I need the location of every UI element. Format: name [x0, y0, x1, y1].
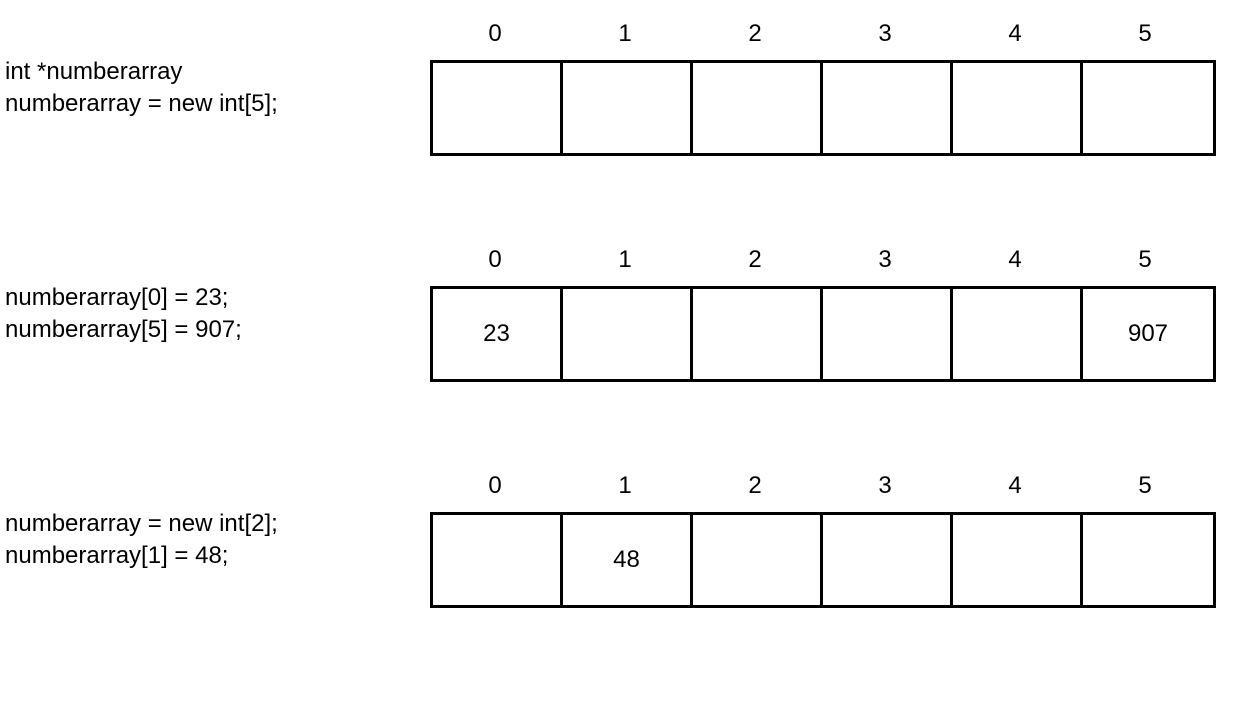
index-label: 3: [820, 246, 950, 286]
array-cell: [823, 289, 953, 379]
diagram-row-1: numberarray[0] = 23; numberarray[5] = 90…: [0, 246, 1258, 382]
array-cell: [1083, 515, 1213, 605]
code-line: numberarray[1] = 48;: [5, 540, 430, 572]
indices-row: 0 1 2 3 4 5: [430, 246, 1216, 286]
array-cell: [433, 515, 563, 605]
array-cell: [563, 289, 693, 379]
index-label: 1: [560, 472, 690, 512]
indices-row: 0 1 2 3 4 5: [430, 20, 1216, 60]
indices-row: 0 1 2 3 4 5: [430, 472, 1216, 512]
array-cell: [953, 515, 1083, 605]
index-label: 2: [690, 472, 820, 512]
array-cell: [693, 289, 823, 379]
index-label: 5: [1080, 472, 1210, 512]
array-cell: 48: [563, 515, 693, 605]
index-label: 3: [820, 472, 950, 512]
array-box-2: 48: [430, 512, 1216, 608]
index-label: 0: [430, 246, 560, 286]
index-label: 1: [560, 20, 690, 60]
index-label: 4: [950, 20, 1080, 60]
index-label: 3: [820, 20, 950, 60]
array-cell: [563, 63, 693, 153]
array-cell: 907: [1083, 289, 1213, 379]
code-line: int *numberarray: [5, 56, 430, 88]
array-cell: [693, 63, 823, 153]
array-cell: [953, 289, 1083, 379]
array-cell: 23: [433, 289, 563, 379]
array-wrapper-1: 0 1 2 3 4 5 23 907: [430, 246, 1216, 382]
code-block-0: int *numberarray numberarray = new int[5…: [0, 56, 430, 121]
array-box-1: 23 907: [430, 286, 1216, 382]
code-block-1: numberarray[0] = 23; numberarray[5] = 90…: [0, 282, 430, 347]
index-label: 4: [950, 472, 1080, 512]
index-label: 0: [430, 20, 560, 60]
array-cell: [693, 515, 823, 605]
array-cell: [1083, 63, 1213, 153]
index-label: 5: [1080, 246, 1210, 286]
array-box-0: [430, 60, 1216, 156]
code-line: numberarray[0] = 23;: [5, 282, 430, 314]
index-label: 1: [560, 246, 690, 286]
code-line: numberarray = new int[2];: [5, 508, 430, 540]
diagram-row-0: int *numberarray numberarray = new int[5…: [0, 20, 1258, 156]
array-cell: [823, 63, 953, 153]
array-wrapper-2: 0 1 2 3 4 5 48: [430, 472, 1216, 608]
code-block-2: numberarray = new int[2]; numberarray[1]…: [0, 508, 430, 573]
index-label: 2: [690, 20, 820, 60]
code-line: numberarray[5] = 907;: [5, 314, 430, 346]
array-cell: [953, 63, 1083, 153]
index-label: 5: [1080, 20, 1210, 60]
index-label: 4: [950, 246, 1080, 286]
code-line: numberarray = new int[5];: [5, 88, 430, 120]
diagram-row-2: numberarray = new int[2]; numberarray[1]…: [0, 472, 1258, 608]
array-cell: [433, 63, 563, 153]
index-label: 2: [690, 246, 820, 286]
index-label: 0: [430, 472, 560, 512]
array-cell: [823, 515, 953, 605]
array-wrapper-0: 0 1 2 3 4 5: [430, 20, 1216, 156]
